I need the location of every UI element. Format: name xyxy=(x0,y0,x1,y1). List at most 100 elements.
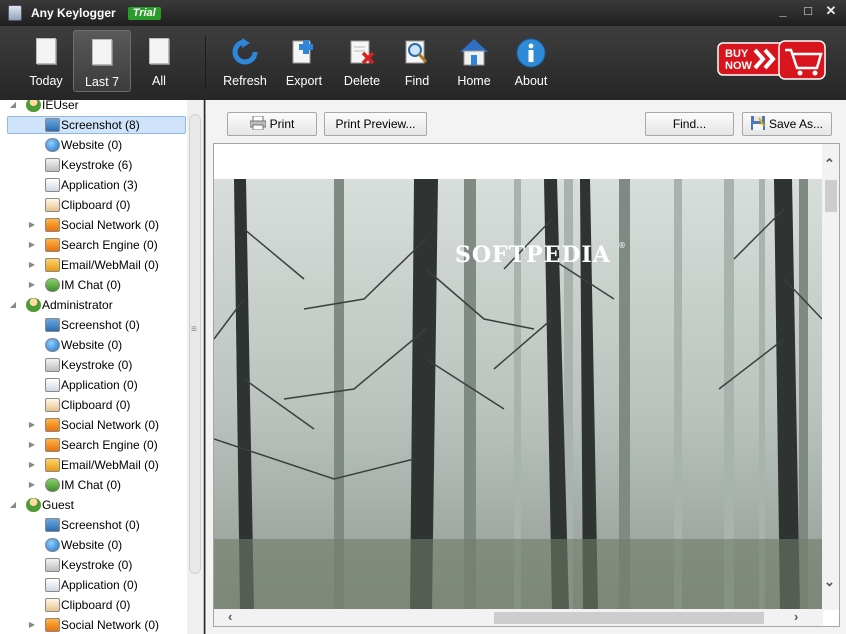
home-button[interactable]: Home xyxy=(445,30,503,92)
clipboard-icon xyxy=(45,398,60,412)
tree-item-label: Application (0) xyxy=(61,578,138,592)
application-icon xyxy=(45,178,60,192)
tree-item[interactable]: ▶ Social Network (0) xyxy=(0,615,186,634)
mail-icon xyxy=(45,458,60,472)
expand-arrow-icon[interactable]: ▶ xyxy=(27,475,37,495)
tree-item[interactable]: ▶ Social Network (0) xyxy=(0,415,186,435)
page-icon xyxy=(36,38,56,64)
tree-scroll-thumb[interactable] xyxy=(189,114,201,574)
tree-scrollbar[interactable]: ≡ xyxy=(187,100,203,634)
scroll-down-icon[interactable]: ⌄ xyxy=(824,574,835,590)
clipboard-icon xyxy=(45,598,60,612)
svg-text:NOW: NOW xyxy=(725,60,753,72)
all-label: All xyxy=(152,74,166,88)
expand-arrow-icon[interactable]: ▶ xyxy=(27,435,37,455)
tree-item[interactable]: ▶ IM Chat (0) xyxy=(0,475,186,495)
tree-item[interactable]: Keystroke (0) xyxy=(0,355,186,375)
tree-item[interactable]: Clipboard (0) xyxy=(0,195,186,215)
tree-item-label: Website (0) xyxy=(61,538,123,552)
tree-item-label: IM Chat (0) xyxy=(61,278,122,292)
info-icon xyxy=(516,38,546,68)
tree-user-node[interactable]: ◢ Administrator xyxy=(0,295,186,315)
tree-item[interactable]: Website (0) xyxy=(0,535,186,555)
tree-item[interactable]: ▶ Search Engine (0) xyxy=(0,235,186,255)
tree-item-label: Clipboard (0) xyxy=(61,598,131,612)
buy-now-button[interactable]: BUY NOW xyxy=(717,38,827,81)
print-button[interactable]: Print xyxy=(227,112,317,136)
tree-item[interactable]: ▶ Email/WebMail (0) xyxy=(0,455,186,475)
user-icon xyxy=(26,100,41,112)
tree-item[interactable]: Application (3) xyxy=(0,175,186,195)
save-icon xyxy=(750,116,765,130)
application-icon xyxy=(45,378,60,392)
save-as-button[interactable]: Save As... xyxy=(742,112,832,136)
find-button[interactable]: Find xyxy=(388,30,446,92)
today-button[interactable]: Today xyxy=(17,30,75,92)
scroll-right-icon[interactable]: › xyxy=(794,609,798,624)
expand-arrow-icon[interactable]: ▶ xyxy=(27,255,37,275)
buy-now-badge: BUY NOW xyxy=(717,40,826,80)
maximize-button[interactable]: □ xyxy=(799,3,817,18)
expand-arrow-icon[interactable]: ▶ xyxy=(27,455,37,475)
viewer-vscroll-thumb[interactable] xyxy=(825,180,837,212)
scroll-up-icon[interactable]: ⌃ xyxy=(824,156,835,172)
viewer-horizontal-scrollbar[interactable]: ‹ › xyxy=(214,609,823,626)
application-icon xyxy=(45,578,60,592)
print-preview-button[interactable]: Print Preview... xyxy=(324,112,427,136)
delete-icon xyxy=(350,40,375,65)
tree-user-node[interactable]: ◢ IEUser xyxy=(0,100,186,115)
home-label: Home xyxy=(457,74,491,88)
close-button[interactable]: ✕ xyxy=(822,3,840,19)
tree-item[interactable]: Website (0) xyxy=(0,135,186,155)
expand-arrow-icon[interactable]: ▶ xyxy=(27,415,37,435)
im-chat-icon xyxy=(45,478,60,492)
refresh-icon xyxy=(232,38,258,65)
minimize-button[interactable]: _ xyxy=(774,3,792,18)
tree-item[interactable]: Keystroke (0) xyxy=(0,555,186,575)
expand-arrow-icon[interactable]: ▶ xyxy=(27,215,37,235)
tree-item[interactable]: ▶ Email/WebMail (0) xyxy=(0,255,186,275)
tree-item-label: Screenshot (8) xyxy=(61,118,140,132)
export-button[interactable]: Export xyxy=(275,30,333,92)
tree-item[interactable]: Application (0) xyxy=(0,375,186,395)
refresh-button[interactable]: Refresh xyxy=(216,30,274,92)
tree-item[interactable]: Screenshot (0) xyxy=(0,515,186,535)
export-icon xyxy=(292,40,313,64)
tree-item[interactable]: Website (0) xyxy=(0,335,186,355)
delete-button[interactable]: Delete xyxy=(333,30,391,92)
tree-user-node[interactable]: ◢ Guest xyxy=(0,495,186,515)
viewer-button-bar: Print Print Preview... Find... Save As..… xyxy=(206,100,846,142)
viewer-vertical-scrollbar[interactable]: ⌃ ⌄ xyxy=(822,144,839,610)
tree-item[interactable]: Application (0) xyxy=(0,575,186,595)
collapse-arrow-icon[interactable]: ◢ xyxy=(8,100,18,115)
tree-item-label: Social Network (0) xyxy=(61,418,160,432)
collapse-arrow-icon[interactable]: ◢ xyxy=(8,295,18,315)
tree-item[interactable]: ▶ Social Network (0) xyxy=(0,215,186,235)
globe-icon xyxy=(45,338,60,352)
tree-item[interactable]: ▶ IM Chat (0) xyxy=(0,275,186,295)
im-chat-icon xyxy=(45,278,60,292)
tree-item-label: Search Engine (0) xyxy=(61,238,158,252)
expand-arrow-icon[interactable]: ▶ xyxy=(27,235,37,255)
title-bar: Any Keylogger Trial _ □ ✕ xyxy=(0,0,846,26)
rss-icon xyxy=(45,218,60,232)
about-button[interactable]: About xyxy=(502,30,560,92)
last7-button[interactable]: Last 7 xyxy=(73,30,131,92)
scroll-left-icon[interactable]: ‹ xyxy=(228,609,232,624)
tree-item[interactable]: ▶ Search Engine (0) xyxy=(0,435,186,455)
expand-arrow-icon[interactable]: ▶ xyxy=(27,615,37,634)
tree-item[interactable]: Screenshot (0) xyxy=(0,315,186,335)
find-text-button[interactable]: Find... xyxy=(645,112,734,136)
tree-item[interactable]: Keystroke (6) xyxy=(0,155,186,175)
tree-item[interactable]: Clipboard (0) xyxy=(0,595,186,615)
collapse-arrow-icon[interactable]: ◢ xyxy=(8,495,18,515)
tree-item[interactable]: Screenshot (8) xyxy=(0,115,186,135)
tree-item-label: Keystroke (6) xyxy=(61,158,133,172)
viewer-hscroll-thumb[interactable] xyxy=(494,612,764,624)
tree-item[interactable]: Clipboard (0) xyxy=(0,395,186,415)
tree-item-label: Email/WebMail (0) xyxy=(61,458,159,472)
print-preview-label: Print Preview... xyxy=(335,117,416,131)
all-button[interactable]: All xyxy=(130,30,188,92)
tree-user-label: Administrator xyxy=(42,298,113,312)
expand-arrow-icon[interactable]: ▶ xyxy=(27,275,37,295)
